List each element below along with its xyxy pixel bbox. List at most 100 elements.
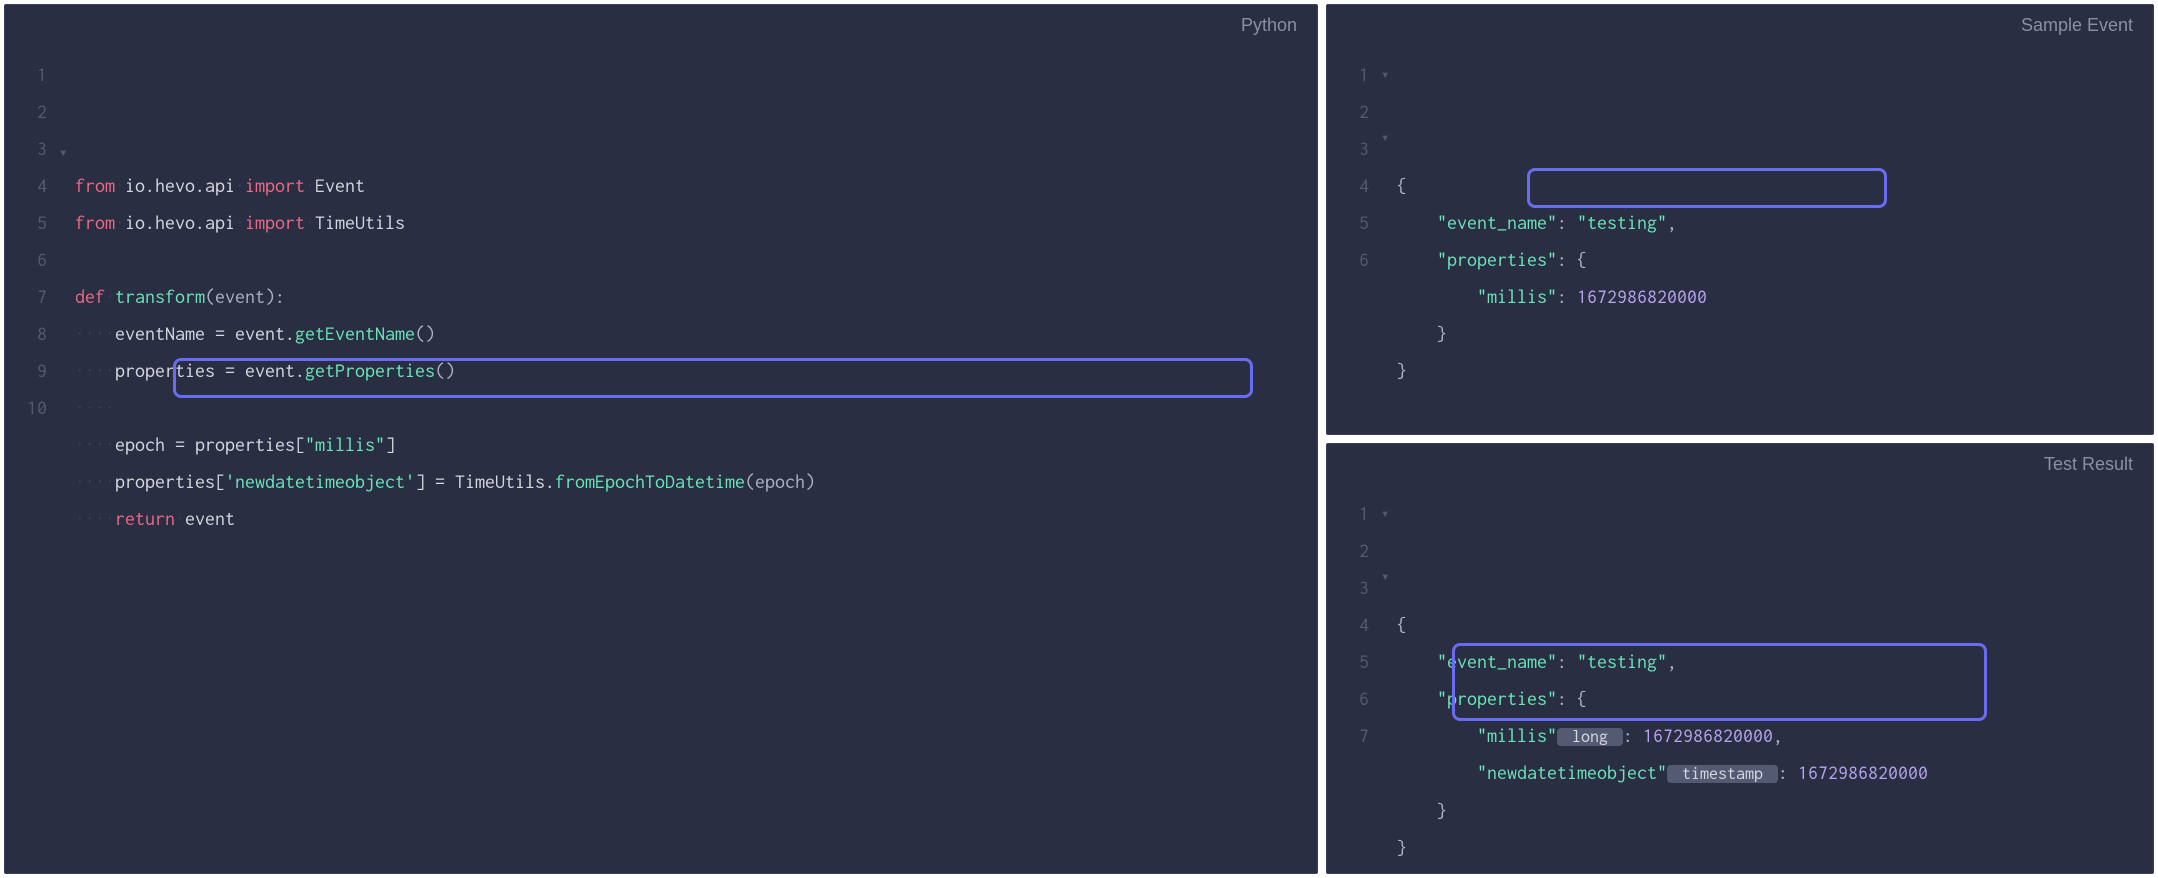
- token-punct: }: [1437, 323, 1447, 344]
- line-number-gutter: 1234567: [1337, 495, 1381, 873]
- code-line[interactable]: ····return·event: [75, 500, 1317, 537]
- code-line[interactable]: [75, 241, 1317, 278]
- fold-marker: [59, 56, 75, 82]
- fold-marker[interactable]: ▾: [59, 134, 75, 171]
- fold-marker[interactable]: ▾: [1381, 495, 1397, 532]
- code-line[interactable]: "event_name": "testing",: [1397, 204, 2153, 241]
- line-number: 6: [1337, 241, 1369, 278]
- fold-marker[interactable]: ▾: [1381, 558, 1397, 595]
- token-ws: ·: [115, 212, 125, 233]
- code-line[interactable]: ····properties['newdatetimeobject'] = Ti…: [75, 463, 1317, 500]
- code-line[interactable]: ····eventName = event.getEventName(): [75, 315, 1317, 352]
- token-ws: ·: [235, 175, 245, 196]
- code-line[interactable]: "properties": {: [1397, 241, 2153, 278]
- code-line[interactable]: }: [1397, 792, 2153, 829]
- fold-marker: [1381, 595, 1397, 621]
- token-mod: Event: [315, 175, 365, 196]
- token-punct: ,: [1773, 725, 1783, 746]
- code-lines[interactable]: from·io.hevo.api·import·Eventfrom·io.hev…: [75, 56, 1317, 873]
- token-punct: }: [1397, 360, 1407, 381]
- line-number: 3: [1337, 569, 1369, 606]
- token-punct: : {: [1557, 688, 1587, 709]
- code-line[interactable]: }: [1397, 829, 2153, 866]
- code-lines[interactable]: { "event_name": "testing", "properties":…: [1397, 56, 2153, 434]
- fold-marker[interactable]: ▾: [1381, 119, 1397, 156]
- code-line[interactable]: "millis": 1672986820000: [1397, 278, 2153, 315]
- python-code-area[interactable]: 12345678910 ▾ from·io.hevo.api·import·Ev…: [5, 42, 1317, 873]
- token-kw: def: [75, 286, 105, 307]
- code-line[interactable]: "millis" long : 1672986820000,: [1397, 717, 2153, 754]
- token-punct: {: [1397, 175, 1407, 196]
- token-str: "testing": [1577, 212, 1667, 233]
- code-line[interactable]: "event_name": "testing",: [1397, 643, 2153, 680]
- token-prop: "event_name": [1437, 651, 1557, 672]
- fold-marker: [59, 197, 75, 223]
- fold-marker: [59, 223, 75, 249]
- fold-marker: [1381, 93, 1397, 119]
- token-ws: ·: [305, 212, 315, 233]
- token-mod: ]: [385, 434, 395, 455]
- code-line[interactable]: from·io.hevo.api·import·TimeUtils: [75, 204, 1317, 241]
- code-line[interactable]: {: [1397, 167, 2153, 204]
- token-ws: [1397, 800, 1437, 821]
- token-ws: [1397, 323, 1437, 344]
- token-mod: ] = TimeUtils.: [415, 471, 555, 492]
- token-punct: (): [415, 323, 435, 344]
- sample-code-area[interactable]: 123456 ▾▾ { "event_name": "testing", "pr…: [1327, 42, 2153, 434]
- token-num: 1672986820000: [1577, 286, 1707, 307]
- fold-marker: [1381, 647, 1397, 673]
- token-mod: properties = event.: [115, 360, 305, 381]
- token-prop: "millis": [1477, 725, 1557, 746]
- code-line[interactable]: }: [1397, 352, 2153, 389]
- token-punct: :: [1778, 762, 1798, 783]
- token-ws: ·: [235, 212, 245, 233]
- line-number: 4: [15, 167, 47, 204]
- token-prop: "newdatetimeobject": [1477, 762, 1667, 783]
- fold-gutter[interactable]: ▾▾: [1381, 56, 1397, 434]
- code-line[interactable]: ····properties = event.getProperties(): [75, 352, 1317, 389]
- token-mod: event: [185, 508, 235, 529]
- line-number-gutter: 123456: [1337, 56, 1381, 434]
- fold-gutter[interactable]: ▾: [59, 56, 75, 873]
- line-number: 7: [1337, 717, 1369, 754]
- code-line[interactable]: ····: [75, 389, 1317, 426]
- code-line[interactable]: from·io.hevo.api·import·Event: [75, 167, 1317, 204]
- result-code-area[interactable]: 1234567 ▾▾ { "event_name": "testing", "p…: [1327, 481, 2153, 873]
- line-number: 3: [15, 130, 47, 167]
- sample-event-panel: Sample Event 123456 ▾▾ { "event_name": "…: [1326, 4, 2154, 435]
- fold-marker: [59, 171, 75, 197]
- code-line[interactable]: "properties": {: [1397, 680, 2153, 717]
- token-mod: epoch = properties[: [115, 434, 305, 455]
- code-line[interactable]: }: [1397, 315, 2153, 352]
- token-ws: [1397, 212, 1437, 233]
- token-punct: (epoch): [745, 471, 815, 492]
- line-number: 6: [15, 241, 47, 278]
- type-badge: timestamp: [1667, 765, 1778, 783]
- code-line[interactable]: {: [1397, 606, 2153, 643]
- token-prop: "event_name": [1437, 212, 1557, 233]
- token-ws: ····: [75, 471, 115, 492]
- fold-marker: [59, 248, 75, 274]
- token-prop: "millis": [1477, 286, 1557, 307]
- fold-marker[interactable]: ▾: [1381, 56, 1397, 93]
- code-lines[interactable]: { "event_name": "testing", "properties":…: [1397, 495, 2153, 873]
- panel-title: Sample Event: [1327, 5, 2153, 42]
- fold-gutter[interactable]: ▾▾: [1381, 495, 1397, 873]
- token-fn: getEventName: [295, 323, 415, 344]
- token-punct: : {: [1557, 249, 1587, 270]
- token-punct: (): [435, 360, 455, 381]
- token-mod: io.hevo.api: [125, 212, 235, 233]
- line-number: 5: [1337, 204, 1369, 241]
- token-ws: [1397, 762, 1477, 783]
- line-number: 2: [15, 93, 47, 130]
- line-number: 3: [1337, 130, 1369, 167]
- token-mod: properties[: [115, 471, 225, 492]
- code-line[interactable]: def·transform(event):: [75, 278, 1317, 315]
- code-line[interactable]: ····epoch = properties["millis"]: [75, 426, 1317, 463]
- panel-title: Python: [5, 5, 1317, 42]
- fold-marker: [59, 82, 75, 108]
- code-line[interactable]: "newdatetimeobject" timestamp : 16729868…: [1397, 754, 2153, 791]
- token-prop: "properties": [1437, 249, 1557, 270]
- token-fn: getProperties: [305, 360, 435, 381]
- fold-marker: [1381, 532, 1397, 558]
